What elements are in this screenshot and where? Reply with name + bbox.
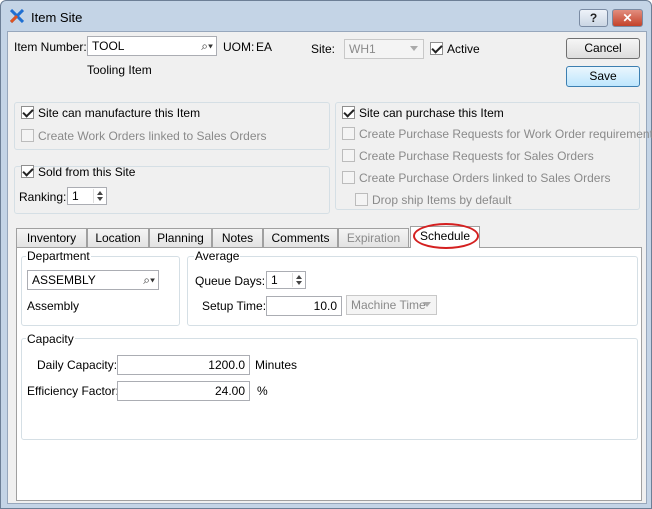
active-label: Active [447, 42, 480, 56]
average-title: Average [194, 249, 241, 263]
chevron-down-icon [410, 46, 418, 51]
save-button[interactable]: Save [566, 66, 640, 87]
pr-so-checkbox [342, 149, 355, 162]
capacity-title: Capacity [26, 332, 75, 346]
sold-from-site-label: Sold from this Site [38, 165, 136, 179]
pr-wo-checkbox [342, 127, 355, 140]
efficiency-factor-input[interactable]: 24.00 [117, 381, 250, 401]
can-manufacture-checkbox[interactable] [21, 106, 34, 119]
average-group [187, 256, 638, 326]
dialog-body: Item Number: TOOL ⌕▾ Tooling Item UOM: E… [7, 31, 652, 504]
efficiency-unit: % [257, 384, 268, 398]
title-bar: Item Site ? ✕ [1, 1, 651, 31]
item-site-window: Item Site ? ✕ Item Number: TOOL ⌕▾ Tooli… [0, 0, 652, 509]
close-button[interactable]: ✕ [612, 9, 643, 27]
po-so-label: Create Purchase Orders linked to Sales O… [359, 171, 611, 185]
cancel-button[interactable]: Cancel [566, 38, 640, 59]
tab-notes[interactable]: Notes [212, 228, 263, 247]
daily-capacity-input[interactable]: 1200.0 [117, 355, 250, 375]
sold-from-site-checkbox[interactable] [21, 165, 34, 178]
tab-expiration: Expiration [338, 228, 409, 247]
site-select: WH1 [344, 39, 424, 59]
tab-inventory[interactable]: Inventory [16, 228, 87, 247]
daily-capacity-label: Daily Capacity: [37, 358, 118, 372]
help-button[interactable]: ? [579, 9, 608, 27]
queue-days-value: 1 [271, 273, 278, 287]
active-checkbox[interactable] [430, 42, 443, 55]
can-purchase-checkbox[interactable] [342, 106, 355, 119]
setup-time-input[interactable]: 10.0 [266, 296, 342, 316]
item-number-label: Item Number: [14, 40, 87, 54]
spin-arrows-icon[interactable] [93, 189, 105, 203]
ranking-spinbox[interactable]: 1 [67, 187, 107, 205]
search-icon[interactable]: ⌕▾ [201, 39, 213, 54]
pr-wo-label: Create Purchase Requests for Work Order … [359, 127, 652, 141]
efficiency-factor-label: Efficiency Factor: [27, 384, 119, 398]
department-input[interactable]: ASSEMBLY ⌕▾ [27, 270, 159, 290]
window-title: Item Site [31, 10, 83, 25]
site-label: Site: [311, 42, 336, 56]
create-wo-label: Create Work Orders linked to Sales Order… [38, 129, 267, 143]
spin-arrows-icon[interactable] [292, 273, 304, 287]
can-manufacture-label: Site can manufacture this Item [38, 106, 201, 120]
item-number-input[interactable]: TOOL ⌕▾ [87, 36, 217, 56]
department-value: ASSEMBLY [32, 273, 96, 287]
setup-time-label: Setup Time: [202, 299, 267, 313]
setup-unit-select: Machine Time [346, 295, 437, 315]
item-number-value: TOOL [92, 39, 125, 53]
schedule-panel: Department ASSEMBLY ⌕▾ Assembly Average … [16, 247, 642, 501]
site-value: WH1 [349, 42, 376, 56]
create-wo-checkbox [21, 129, 34, 142]
queue-days-label: Queue Days: [195, 274, 266, 288]
uom-value: EA [256, 40, 273, 54]
setup-unit-value: Machine Time [351, 298, 426, 312]
x-logo-icon [10, 9, 24, 23]
pr-so-label: Create Purchase Requests for Sales Order… [359, 149, 594, 163]
tab-location[interactable]: Location [87, 228, 149, 247]
ranking-value: 1 [72, 189, 79, 203]
tab-planning[interactable]: Planning [149, 228, 212, 247]
po-so-checkbox [342, 171, 355, 184]
search-icon[interactable]: ⌕▾ [143, 273, 155, 288]
daily-capacity-unit: Minutes [255, 358, 298, 372]
tab-comments[interactable]: Comments [263, 228, 338, 247]
department-title: Department [26, 249, 91, 263]
item-description: Tooling Item [87, 63, 152, 77]
department-description: Assembly [27, 299, 80, 313]
uom-label: UOM: [223, 40, 255, 54]
queue-days-spinbox[interactable]: 1 [266, 271, 306, 289]
drop-ship-label: Drop ship Items by default [372, 193, 512, 207]
can-purchase-label: Site can purchase this Item [359, 106, 504, 120]
chevron-down-icon [423, 302, 431, 307]
drop-ship-checkbox [355, 193, 368, 206]
department-group [21, 256, 180, 326]
highlight-ring [413, 223, 479, 249]
ranking-label: Ranking: [19, 190, 67, 204]
